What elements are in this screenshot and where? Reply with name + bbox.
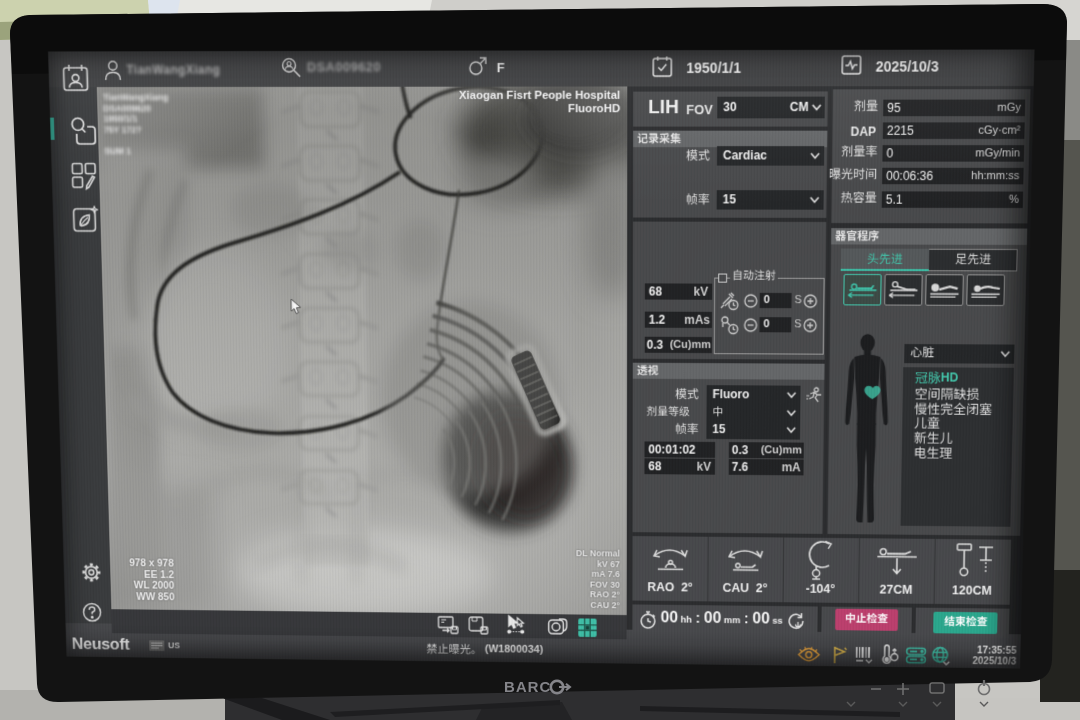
svg-text:BARC: BARC — [504, 679, 551, 696]
